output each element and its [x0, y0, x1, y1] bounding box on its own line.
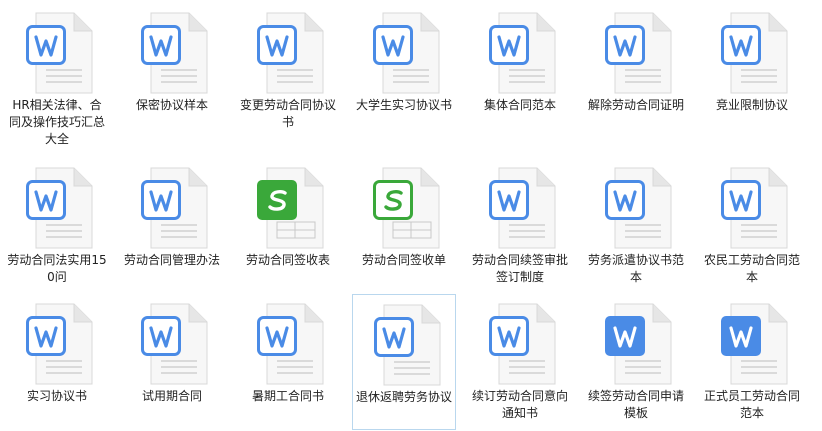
file-name-label: 续签劳动合同申请模板	[587, 389, 684, 420]
file-item[interactable]: 续签劳动合同申请模板	[584, 294, 688, 430]
file-name-label: 劳动合同签收表	[245, 253, 330, 267]
file-name-label: 劳动合同签收单	[361, 253, 446, 267]
word-file-icon	[370, 303, 442, 387]
word-file-icon	[601, 11, 673, 95]
file-item[interactable]: 劳动合同签收表	[236, 158, 340, 294]
file-name-label: 解除劳动合同证明	[587, 98, 684, 112]
file-name-label: 农民工劳动合同范本	[703, 253, 800, 284]
file-item[interactable]: 竞业限制协议	[700, 3, 804, 139]
word-file-solid-icon	[717, 302, 789, 386]
file-name-label: HR相关法律、合同及操作技巧汇总大全	[8, 98, 105, 146]
file-item[interactable]: 试用期合同	[120, 294, 224, 430]
file-item[interactable]: 集体合同范本	[468, 3, 572, 139]
file-name-label: 退休返聘劳务协议	[355, 390, 452, 404]
file-name-label: 保密协议样本	[135, 98, 208, 112]
file-name-label: 劳动合同法实用150问	[7, 253, 107, 284]
word-file-icon	[137, 11, 209, 95]
word-file-icon	[601, 166, 673, 250]
file-item[interactable]: 实习协议书	[5, 294, 109, 430]
word-file-icon	[253, 302, 325, 386]
file-item[interactable]: 正式员工劳动合同范本	[700, 294, 804, 430]
file-item[interactable]: 农民工劳动合同范本	[700, 158, 804, 294]
spreadsheet-file-outline-icon	[369, 166, 441, 250]
file-item[interactable]: 保密协议样本	[120, 3, 224, 139]
word-file-icon	[485, 11, 557, 95]
file-item[interactable]: 劳动合同管理办法	[120, 158, 224, 294]
word-file-icon	[253, 11, 325, 95]
file-name-label: 变更劳动合同协议书	[239, 98, 336, 129]
file-grid: HR相关法律、合同及操作技巧汇总大全 保密协议样本 变更劳动合同协议书 大学生实…	[0, 0, 822, 431]
word-file-icon	[137, 302, 209, 386]
file-item[interactable]: HR相关法律、合同及操作技巧汇总大全	[5, 3, 109, 146]
file-item[interactable]: 劳动合同签收单	[352, 158, 456, 294]
file-item[interactable]: 退休返聘劳务协议	[352, 294, 456, 430]
file-name-label: 正式员工劳动合同范本	[703, 389, 800, 420]
word-file-icon	[22, 302, 94, 386]
file-item[interactable]: 续订劳动合同意向通知书	[468, 294, 572, 430]
file-item[interactable]: 变更劳动合同协议书	[236, 3, 340, 139]
spreadsheet-file-icon	[253, 166, 325, 250]
file-name-label: 劳务派遣协议书范本	[587, 253, 684, 284]
word-file-icon	[485, 302, 557, 386]
file-item[interactable]: 大学生实习协议书	[352, 3, 456, 139]
file-item[interactable]: 解除劳动合同证明	[584, 3, 688, 139]
word-file-icon	[22, 11, 94, 95]
file-name-label: 劳动合同续签审批签订制度	[471, 253, 568, 284]
word-file-icon	[485, 166, 557, 250]
file-item[interactable]: 劳动合同法实用150问	[5, 158, 109, 294]
file-item[interactable]: 劳动合同续签审批签订制度	[468, 158, 572, 294]
word-file-icon	[22, 166, 94, 250]
word-file-icon	[717, 166, 789, 250]
file-name-label: 大学生实习协议书	[355, 98, 452, 112]
word-file-icon	[137, 166, 209, 250]
file-name-label: 竞业限制协议	[715, 98, 788, 112]
file-name-label: 暑期工合同书	[251, 389, 324, 403]
file-name-label: 试用期合同	[141, 389, 202, 403]
file-name-label: 劳动合同管理办法	[123, 253, 220, 267]
file-name-label: 集体合同范本	[483, 98, 556, 112]
file-item[interactable]: 劳务派遣协议书范本	[584, 158, 688, 294]
word-file-icon	[369, 11, 441, 95]
word-file-icon	[717, 11, 789, 95]
word-file-solid-icon	[601, 302, 673, 386]
file-name-label: 实习协议书	[26, 389, 87, 403]
file-item[interactable]: 暑期工合同书	[236, 294, 340, 430]
file-name-label: 续订劳动合同意向通知书	[471, 389, 568, 420]
